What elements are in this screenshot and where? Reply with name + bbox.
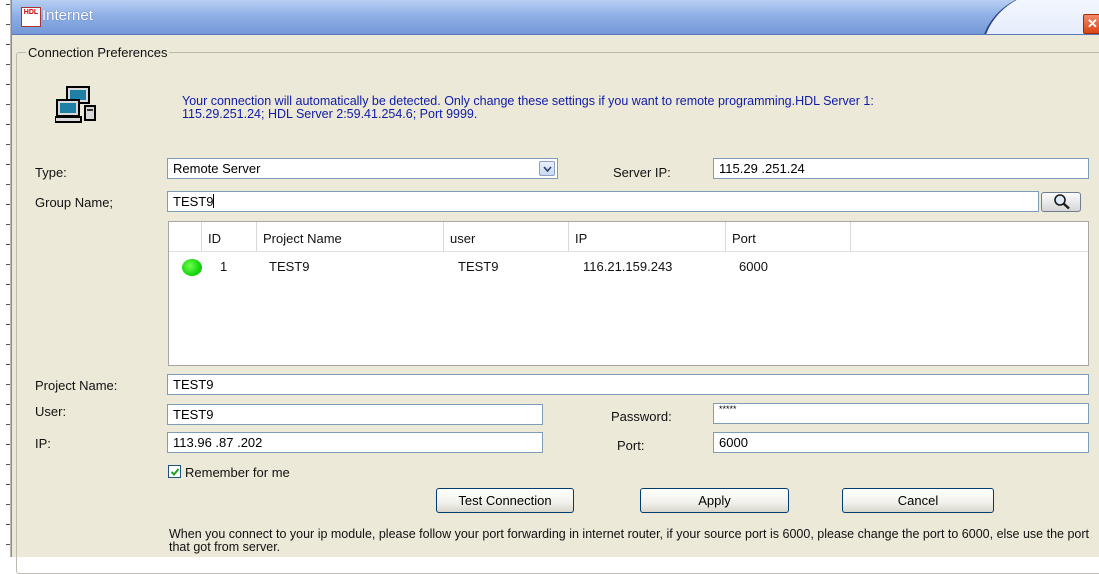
header-port[interactable]: Port [726,222,851,251]
ruler-tick [6,304,10,305]
group-name-input[interactable]: TEST9 [167,191,1039,212]
ip-label: IP: [35,436,51,451]
group-name-value: TEST9 [173,194,214,209]
user-label: User: [35,404,67,419]
ruler-tick [6,24,10,25]
hdl-logo: HDL [21,7,41,27]
ruler-tick [6,64,10,65]
ruler-tick [6,104,10,105]
project-name-input[interactable]: TEST9 [167,374,1089,395]
ruler-tick [6,4,10,5]
type-select[interactable]: Remote Server [167,158,558,179]
chevron-down-icon [543,166,552,173]
header-status[interactable] [169,222,202,251]
port-forwarding-note: When you connect to your ip module, plea… [169,527,1089,554]
ruler-tick [6,324,10,325]
title-bar-decoration [981,0,1099,34]
ruler-tick [6,524,10,525]
user-value: TEST9 [173,407,214,422]
ruler-tick [6,464,10,465]
cell-ip: 116.21.159.243 [583,259,673,274]
port-label: Port: [617,438,645,453]
server-ip-input[interactable]: 115.29 .251.24 [713,158,1089,179]
internet-window: HDL Internet ✕ Connection Preferences Yo… [11,0,1099,574]
ruler-tick [6,204,10,205]
ruler-tick [6,484,10,485]
computer-network-icon [54,86,97,124]
password-value: ***** [719,404,737,414]
server-ip-label: Server IP: [613,165,671,180]
ruler-tick [6,284,10,285]
project-name-label: Project Name: [35,378,118,393]
table-header: ID Project Name user IP Port [169,222,1088,252]
window-title: Internet [42,7,93,24]
cell-user: TEST9 [458,259,499,274]
ruler-tick [6,244,10,245]
password-input[interactable]: ***** [713,403,1089,424]
header-project-name[interactable]: Project Name [257,222,444,251]
ruler-tick [6,384,10,385]
info-message: Your connection will automatically be de… [182,94,874,121]
apply-button[interactable]: Apply [640,488,789,513]
search-button[interactable] [1041,192,1081,212]
left-ruler [0,0,11,557]
header-ip[interactable]: IP [569,222,726,251]
type-select-value: Remote Server [173,161,261,176]
ruler-tick [6,404,10,405]
ruler-tick [6,364,10,365]
group-name-label: Group Name; [35,195,114,210]
project-table[interactable]: ID Project Name user IP Port 1 TEST9 TES… [168,221,1089,366]
ruler-tick [6,184,10,185]
password-label: Password: [611,409,672,424]
header-user[interactable]: user [444,222,569,251]
port-value: 6000 [719,435,748,450]
ruler-tick [6,504,10,505]
checkmark-icon [170,468,180,476]
header-filler [851,222,1088,251]
ruler-tick [6,264,10,265]
group-title: Connection Preferences [26,45,170,60]
ip-input[interactable]: 113.96 .87 .202 [167,432,543,453]
server-ip-value: 115.29 .251.24 [719,161,805,176]
cancel-button[interactable]: Cancel [842,488,994,513]
cell-id: 1 [220,259,228,274]
type-dropdown-button[interactable] [539,161,555,176]
close-button[interactable]: ✕ [1083,14,1099,34]
ruler-tick [6,144,10,145]
ruler-tick [6,124,10,125]
remember-checkbox[interactable] [168,465,181,478]
ruler-tick [6,424,10,425]
project-name-value: TEST9 [173,377,214,392]
close-icon: ✕ [1087,16,1098,31]
ip-value: 113.96 .87 .202 [173,435,263,450]
ruler-tick [6,164,10,165]
table-row[interactable]: 1 TEST9 TEST9 116.21.159.243 6000 [169,252,1088,282]
remember-label[interactable]: Remember for me [185,465,290,480]
user-input[interactable]: TEST9 [167,404,543,425]
text-cursor [213,194,215,208]
test-connection-button[interactable]: Test Connection [436,488,574,513]
ruler-tick [6,344,10,345]
ruler-tick [6,444,10,445]
ruler-tick [6,224,10,225]
cell-project-name: TEST9 [269,259,310,274]
green-status-icon [182,259,202,276]
header-id[interactable]: ID [202,222,257,251]
ruler-tick [6,84,10,85]
type-label: Type: [35,165,67,180]
cell-port: 6000 [739,259,768,274]
port-input[interactable]: 6000 [713,432,1089,453]
ruler-tick [6,44,10,45]
ruler-tick [6,544,10,545]
title-bar[interactable]: HDL Internet ✕ [12,0,1099,35]
magnifier-icon [1054,194,1070,210]
